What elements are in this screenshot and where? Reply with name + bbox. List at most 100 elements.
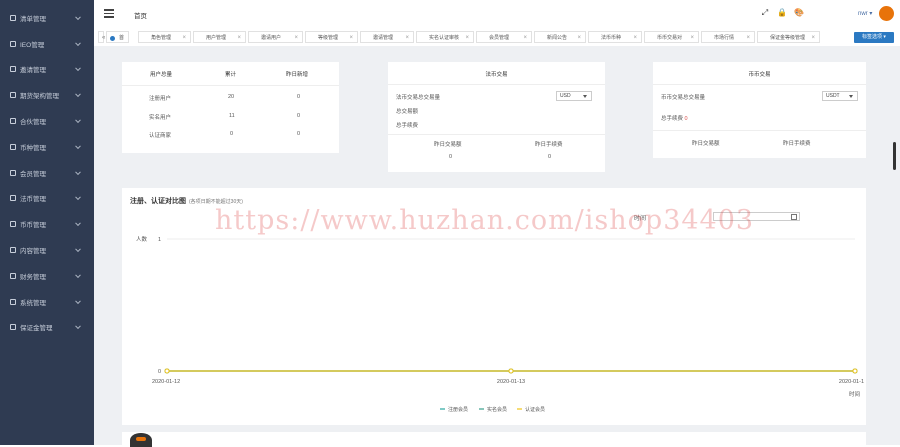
sidebar-item[interactable]: 会员管理 <box>0 160 94 186</box>
coin-col2: 昨日手续费 <box>783 141 811 147</box>
close-icon[interactable]: × <box>465 32 469 44</box>
sidebar-item-label: 币币管理 <box>20 222 46 230</box>
tab[interactable]: 邀请用户 × <box>248 31 303 43</box>
x-tick-label: 2020-01-12 <box>152 379 180 385</box>
chevron-down-icon <box>75 117 81 124</box>
menu-icon <box>10 195 16 202</box>
tab-scroll-left-icon[interactable]: « <box>98 31 105 43</box>
tab-label: 角色管理 <box>151 35 172 41</box>
close-icon[interactable]: × <box>811 32 815 44</box>
fullscreen-icon[interactable]: ⤢ <box>761 9 769 17</box>
tab-label: 法币币种 <box>601 35 622 41</box>
header-yesterday: 昨日新增 <box>286 72 309 78</box>
sidebar-item[interactable]: 邀请管理 <box>0 57 94 83</box>
fiat-stats-card: 法币交易 法币交易总交易量 USD 总交易额 总手续费 昨日交易额 昨日手续费 … <box>388 62 605 172</box>
menu-icon <box>10 66 16 73</box>
fiat-col2: 昨日手续费 <box>535 142 563 148</box>
y-axis-label: 人数 <box>136 235 148 243</box>
sidebar-item-label: IEO管理 <box>20 41 45 49</box>
menu-toggle-icon[interactable] <box>104 9 114 18</box>
sidebar-item-label: 会员管理 <box>20 170 46 178</box>
sidebar-item[interactable]: 保证金管理 <box>0 315 94 341</box>
sidebar: 清单管理 IEO管理邀请管理期货架构管理 合伙管理币种管理会员管理法币管理币币管理内… <box>0 0 94 445</box>
bottom-card <box>122 432 866 447</box>
user-name[interactable]: nwr ▾ <box>858 10 872 17</box>
sidebar-item[interactable]: IEO管理 <box>0 31 94 57</box>
theme-icon[interactable]: 🎨 <box>793 9 805 17</box>
close-icon[interactable]: × <box>294 32 298 44</box>
menu-icon <box>10 298 16 305</box>
scrollbar[interactable] <box>893 142 896 170</box>
tab[interactable]: 法币币种 × <box>588 31 642 43</box>
header-total: 累计 <box>225 72 237 78</box>
y-tick-label: 0 <box>158 369 161 375</box>
tab[interactable]: 会员管理 × <box>476 31 532 43</box>
user-stats-card: 用户总量 累计 昨日新增 注册用户 20 0 实名用户 11 0 认证商家 0 … <box>122 62 339 153</box>
row-label: 注册用户 <box>149 96 172 102</box>
active-dot-icon <box>110 35 115 41</box>
tab[interactable]: 币币交易对 × <box>644 31 699 43</box>
tab-label: 用户管理 <box>206 35 227 41</box>
sidebar-item-label: 法币管理 <box>20 196 46 204</box>
x-tick-label: 2020-01-1 <box>839 379 864 385</box>
tab[interactable]: 实名认证审核 × <box>416 31 474 43</box>
close-icon[interactable]: × <box>577 32 581 44</box>
tab-label: 邀请用户 <box>261 35 282 41</box>
sidebar-item[interactable]: 币币管理 <box>0 211 94 237</box>
sidebar-item[interactable]: 清单管理 <box>0 5 94 31</box>
sidebar-item[interactable]: 合伙管理 <box>0 108 94 134</box>
chevron-down-icon <box>75 194 81 201</box>
sidebar-item[interactable]: 系统管理 <box>0 289 94 315</box>
row-yesterday: 0 <box>297 113 301 119</box>
tab-label: 新闻公告 <box>547 35 568 41</box>
sidebar-item[interactable]: 内容管理 <box>0 237 94 263</box>
tab[interactable]: 邀请管理 × <box>360 31 414 43</box>
tab[interactable]: 首页 <box>106 31 129 53</box>
sidebar-item-label: 期货架构管理 <box>20 93 59 101</box>
tab[interactable]: 市场行情 × <box>701 31 755 43</box>
menu-icon <box>10 92 16 99</box>
tab[interactable]: 角色管理 × <box>138 31 191 43</box>
tab-options-button[interactable]: 标签选项 ▾ <box>854 32 894 43</box>
close-icon[interactable]: × <box>405 32 409 44</box>
close-icon[interactable]: × <box>633 32 637 44</box>
fiat-count-label: 总交易额 <box>396 109 419 115</box>
sidebar-item[interactable]: 期货架构管理 <box>0 82 94 108</box>
avatar[interactable] <box>879 6 894 21</box>
sidebar-item-label: 清单管理 <box>20 15 46 23</box>
close-icon[interactable]: × <box>237 32 241 44</box>
tab[interactable]: 新闻公告 × <box>534 31 586 43</box>
close-icon[interactable]: × <box>523 32 527 44</box>
sidebar-item[interactable]: 财务管理 <box>0 263 94 289</box>
close-icon[interactable]: × <box>746 32 750 44</box>
tab[interactable]: 等级管理 × <box>305 31 358 43</box>
chevron-down-icon <box>75 14 81 20</box>
tab-label: 币币交易对 <box>657 35 683 41</box>
close-icon[interactable]: × <box>182 32 186 44</box>
fiat-currency-select[interactable]: USD <box>556 91 592 101</box>
tab[interactable]: 保证金等级管理 × <box>757 31 820 43</box>
chevron-down-icon <box>75 91 81 98</box>
topbar: 首页 ⤢ 🔒 🎨 nwr ▾ <box>94 0 900 28</box>
close-icon[interactable]: × <box>690 32 694 44</box>
sidebar-item[interactable]: 法币管理 <box>0 186 94 212</box>
chevron-down-icon <box>75 220 81 227</box>
fiat-fee-label: 总手续费 <box>396 123 419 129</box>
lock-icon[interactable]: 🔒 <box>777 9 787 17</box>
tab-label: 市场行情 <box>714 35 735 41</box>
coin-title: 币币交易 <box>748 72 771 78</box>
sidebar-item-label: 合伙管理 <box>20 119 46 127</box>
chevron-down-icon <box>75 169 81 175</box>
chevron-down-icon <box>75 298 81 304</box>
sidebar-item-label: 内容管理 <box>20 248 46 256</box>
coin-col1: 昨日交易额 <box>692 141 720 147</box>
close-icon[interactable]: × <box>349 32 353 44</box>
tab[interactable]: 用户管理 × <box>193 31 246 43</box>
coin-currency-select[interactable]: USDT <box>822 91 858 101</box>
breadcrumb: 首页 <box>134 13 147 20</box>
menu-icon <box>10 324 16 331</box>
tab-label: 等级管理 <box>318 35 339 41</box>
fiat-title: 法币交易 <box>485 72 508 78</box>
menu-icon <box>10 272 16 279</box>
sidebar-item[interactable]: 币种管理 <box>0 134 94 160</box>
